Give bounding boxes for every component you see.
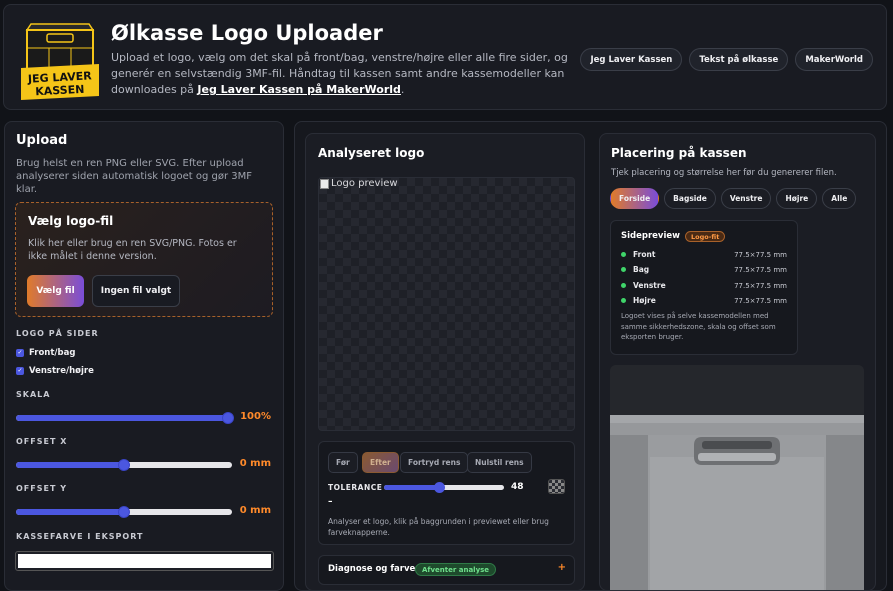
logo-fit-badge: Logo-fit (685, 231, 726, 242)
slider-thumb[interactable] (222, 412, 234, 424)
status-dot-icon (621, 283, 626, 288)
page-description: Upload et logo, vælg om det skal på fron… (111, 51, 568, 96)
tab-hoejre[interactable]: Højre (776, 188, 818, 209)
app-header: JEG LAVER KASSEN Ølkasse Logo Uploader U… (3, 4, 887, 110)
slider-thumb[interactable] (118, 506, 130, 518)
placement-title: Placering på kassen (611, 146, 747, 160)
analysis-title: Analyseret logo (318, 146, 425, 160)
tolerance-label: TOLERANCE (328, 483, 383, 492)
diagnostics-toggle[interactable]: Diagnose og farver Afventer analyse + (318, 555, 575, 585)
offset-y-label: OFFSET Y (16, 484, 67, 493)
scale-slider[interactable] (16, 412, 234, 424)
box-color-label: KASSEFARVE I EKSPORT (16, 532, 144, 541)
expand-icon[interactable]: + (558, 562, 566, 573)
makerworld-inline-link[interactable]: Jeg Laver Kassen på MakerWorld (197, 83, 401, 96)
scale-label: SKALA (16, 390, 51, 399)
placement-panel: Placering på kassen Tjek placering og st… (599, 133, 876, 591)
dropzone-description: Klik her eller brug en ren SVG/PNG. Foto… (28, 238, 237, 262)
link-jeg-laver-kassen[interactable]: Jeg Laver Kassen (580, 48, 683, 71)
side-tabs: Forside Bagside Venstre Højre Alle (610, 188, 857, 209)
side-preview-title: Sidepreview (621, 231, 680, 241)
transparency-toggle-icon[interactable] (548, 479, 565, 494)
svg-text:KASSEN: KASSEN (35, 83, 85, 99)
3d-box-viewer[interactable] (610, 365, 864, 590)
file-dropzone[interactable]: Vælg logo-fil Klik her eller brug en ren… (15, 202, 273, 317)
slider-thumb[interactable] (434, 482, 445, 493)
tab-forside[interactable]: Forside (610, 188, 660, 209)
checkbox-checked-icon: ✓ (16, 349, 24, 357)
tolerance-slider[interactable] (384, 482, 504, 493)
no-file-chosen-button[interactable]: Ingen fil valgt (92, 275, 180, 307)
side-row-back: Bag 77.5×77.5 mm (621, 265, 787, 274)
page-title: Ølkasse Logo Uploader (111, 21, 383, 45)
scale-value: 100% (240, 411, 271, 422)
status-badge: Afventer analyse (415, 563, 497, 576)
analysis-panel: Analyseret logo Logo preview Før Efter F… (305, 133, 585, 591)
side-preview-note: Logoet vises på selve kassemodellen med … (621, 312, 776, 341)
diagnostics-title: Diagnose og farver (328, 564, 420, 574)
undo-clean-button[interactable]: Fortryd rens (400, 452, 469, 473)
brand-logo: JEG LAVER KASSEN (19, 16, 101, 102)
tools-hint: Analyser et logo, klik på baggrunden i p… (328, 517, 549, 537)
box-color-picker[interactable] (15, 551, 274, 571)
upload-title: Upload (16, 133, 68, 148)
checkbox-left-right[interactable]: ✓ Venstre/højre (16, 366, 94, 376)
tolerance-value: 48 (511, 482, 524, 492)
offset-y-slider[interactable] (16, 506, 232, 518)
after-button[interactable]: Efter (362, 452, 399, 473)
box-model-render (610, 365, 864, 590)
checkbox-checked-icon: ✓ (16, 367, 24, 375)
link-tekst-paa-oelkasse[interactable]: Tekst på ølkasse (689, 48, 789, 71)
slider-thumb[interactable] (118, 459, 130, 471)
link-makerworld[interactable]: MakerWorld (795, 48, 873, 71)
offset-y-value: 0 mm (239, 505, 271, 516)
side-row-front: Front 77.5×77.5 mm (621, 250, 787, 259)
checkbox-front-back[interactable]: ✓ Front/bag (16, 348, 75, 358)
side-row-right: Højre 77.5×77.5 mm (621, 296, 787, 305)
upload-description: Brug helst en ren PNG eller SVG. Efter u… (16, 158, 253, 195)
tolerance-dash: – (328, 497, 333, 507)
dropzone-title: Vælg logo-fil (28, 214, 114, 228)
side-preview-card: Sidepreview Logo-fit Front 77.5×77.5 mm B… (610, 220, 798, 355)
placement-description: Tjek placering og størrelse her før du g… (611, 168, 837, 178)
logo-preview[interactable]: Logo preview (318, 177, 575, 431)
broken-image-icon: Logo preview (320, 178, 398, 189)
status-dot-icon (621, 267, 626, 272)
offset-x-value: 0 mm (239, 458, 271, 469)
tab-venstre[interactable]: Venstre (720, 188, 772, 209)
tab-alle[interactable]: Alle (822, 188, 857, 209)
status-dot-icon (621, 252, 626, 257)
sides-label: LOGO PÅ SIDER (16, 329, 99, 338)
side-row-left: Venstre 77.5×77.5 mm (621, 281, 787, 290)
offset-x-slider[interactable] (16, 459, 232, 471)
choose-file-button[interactable]: Vælg fil (27, 275, 84, 307)
tab-bagside[interactable]: Bagside (664, 188, 716, 209)
status-dot-icon (621, 298, 626, 303)
reset-clean-button[interactable]: Nulstil rens (467, 452, 532, 473)
upload-panel: Upload Brug helst en ren PNG eller SVG. … (4, 121, 284, 591)
before-button[interactable]: Før (328, 452, 358, 473)
header-links: Jeg Laver Kassen Tekst på ølkasse MakerW… (580, 48, 873, 71)
cleanup-tools: Før Efter Fortryd rens Nulstil rens TOLE… (318, 441, 575, 545)
offset-x-label: OFFSET X (16, 437, 68, 446)
